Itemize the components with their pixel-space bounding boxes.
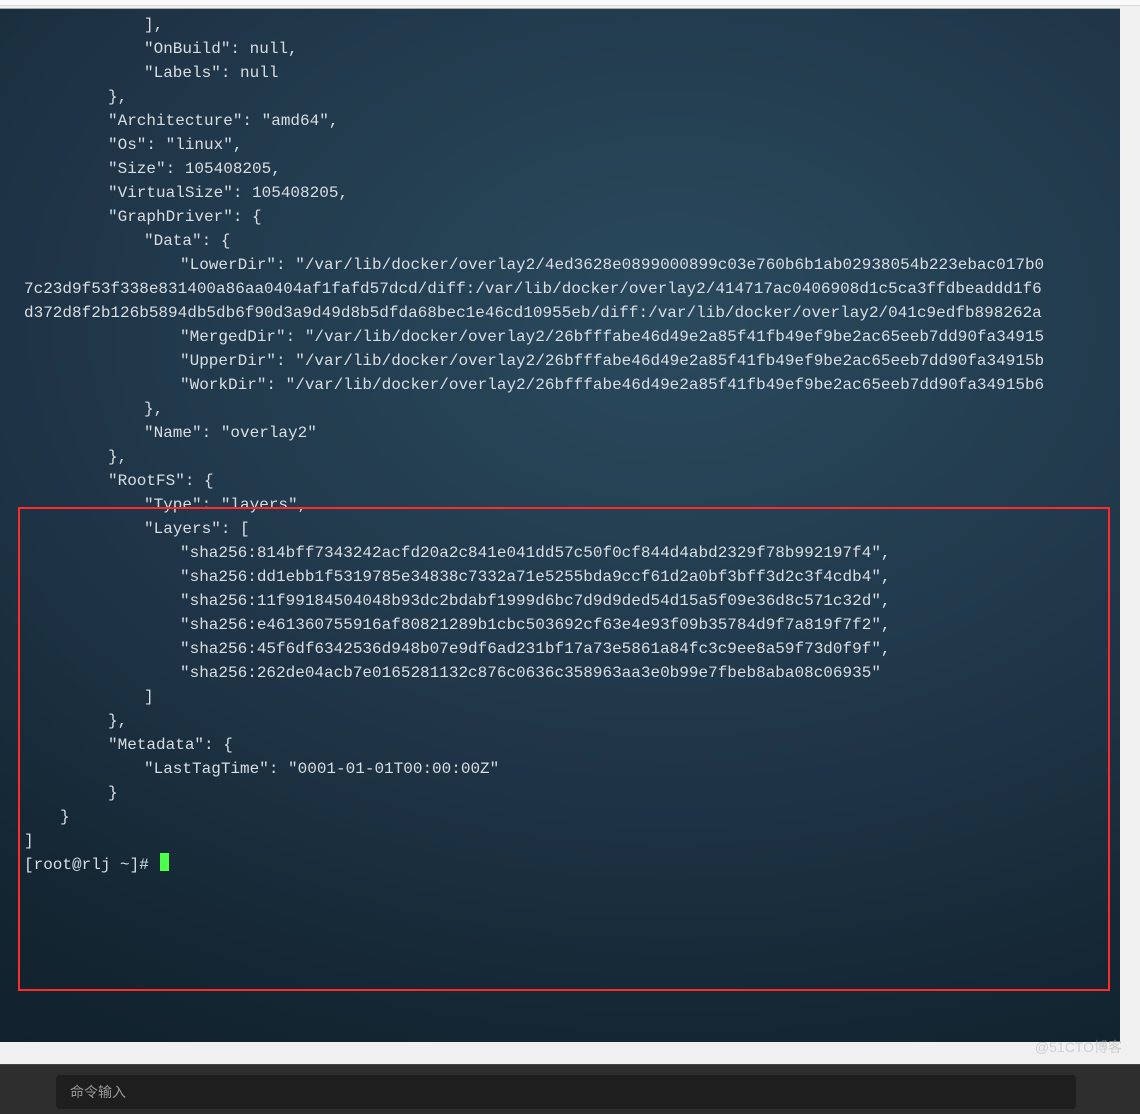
terminal-line: "sha256:e461360755916af80821289b1cbc5036… xyxy=(0,613,1120,637)
cursor-block xyxy=(160,853,169,871)
terminal-line: "sha256:11f99184504048b93dc2bdabf1999d6b… xyxy=(0,589,1120,613)
terminal-line: "LowerDir": "/var/lib/docker/overlay2/4e… xyxy=(0,253,1120,277)
terminal-line: "OnBuild": null, xyxy=(0,37,1120,61)
command-input-bar xyxy=(0,1064,1140,1114)
terminal-line: "RootFS": { xyxy=(0,469,1120,493)
terminal-line: ] xyxy=(0,685,1120,709)
terminal-line: "Data": { xyxy=(0,229,1120,253)
terminal-line: } xyxy=(0,805,1120,829)
terminal-pane[interactable]: ],"OnBuild": null,"Labels": null},"Archi… xyxy=(0,8,1120,1042)
terminal-line: }, xyxy=(0,85,1120,109)
terminal-line: ], xyxy=(0,13,1120,37)
command-input[interactable] xyxy=(56,1075,1076,1109)
terminal-line: "Architecture": "amd64", xyxy=(0,109,1120,133)
shell-prompt[interactable]: [root@rlj ~]# xyxy=(0,853,1120,877)
terminal-line: }, xyxy=(0,445,1120,469)
terminal-line: "UpperDir": "/var/lib/docker/overlay2/26… xyxy=(0,349,1120,373)
terminal-line: "sha256:45f6df6342536d948b07e9df6ad231bf… xyxy=(0,637,1120,661)
terminal-line: "Name": "overlay2" xyxy=(0,421,1120,445)
terminal-line: "Size": 105408205, xyxy=(0,157,1120,181)
terminal-line: "VirtualSize": 105408205, xyxy=(0,181,1120,205)
terminal-line: "WorkDir": "/var/lib/docker/overlay2/26b… xyxy=(0,373,1120,397)
terminal-line: "Layers": [ xyxy=(0,517,1120,541)
terminal-line: "Metadata": { xyxy=(0,733,1120,757)
terminal-line: "sha256:814bff7343242acfd20a2c841e041dd5… xyxy=(0,541,1120,565)
terminal-line: d372d8f2b126b5894db5db6f90d3a9d49d8b5dfd… xyxy=(0,301,1120,325)
terminal-line: ] xyxy=(0,829,1120,853)
terminal-line: "Os": "linux", xyxy=(0,133,1120,157)
terminal-line: "sha256:262de04acb7e0165281132c876c0636c… xyxy=(0,661,1120,685)
terminal-output: ],"OnBuild": null,"Labels": null},"Archi… xyxy=(0,9,1120,877)
terminal-line: } xyxy=(0,781,1120,805)
window-top-bar xyxy=(0,0,1140,6)
terminal-line: 7c23d9f53f338e831400a86aa0404af1fafd57dc… xyxy=(0,277,1120,301)
terminal-line: "GraphDriver": { xyxy=(0,205,1120,229)
terminal-line: "sha256:dd1ebb1f5319785e34838c7332a71e52… xyxy=(0,565,1120,589)
terminal-line: }, xyxy=(0,397,1120,421)
terminal-line: }, xyxy=(0,709,1120,733)
terminal-line: "LastTagTime": "0001-01-01T00:00:00Z" xyxy=(0,757,1120,781)
terminal-line: "Labels": null xyxy=(0,61,1120,85)
terminal-line: "MergedDir": "/var/lib/docker/overlay2/2… xyxy=(0,325,1120,349)
terminal-line: "Type": "layers", xyxy=(0,493,1120,517)
